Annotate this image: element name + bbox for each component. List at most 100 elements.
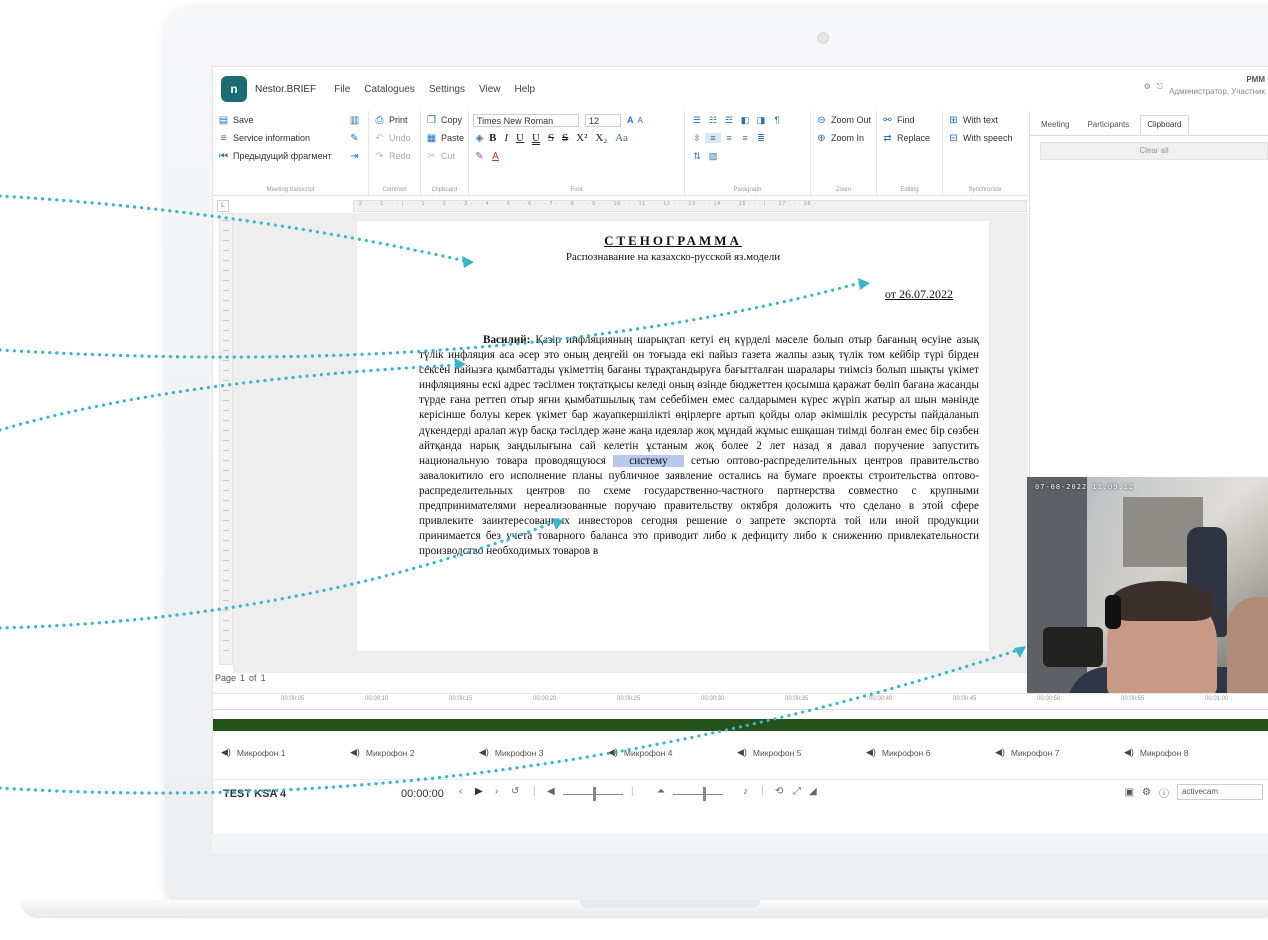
shrink-font-icon[interactable]: A	[638, 116, 643, 125]
menu-help[interactable]: Help	[515, 84, 536, 95]
pilcrow-icon[interactable]: ¶	[769, 115, 785, 125]
sync-with-speech-button[interactable]: ⊟ With speech	[947, 129, 1023, 147]
microphone-item[interactable]: ◀) Микрофон 2	[350, 747, 414, 758]
speed-knob[interactable]	[703, 787, 706, 801]
change-case-button[interactable]: Aa	[615, 132, 628, 144]
tab-clipboard[interactable]: Clipboard	[1140, 115, 1189, 135]
strikethrough-button[interactable]: S	[548, 132, 554, 144]
paste-button[interactable]: ▦ Paste	[425, 129, 464, 147]
align-right-icon[interactable]: ≡	[737, 133, 753, 143]
speed-slider[interactable]	[673, 794, 723, 795]
highlight-clear-icon[interactable]: ◈	[473, 133, 486, 144]
timeline-tick: 00:00:15	[449, 696, 473, 702]
jump-icon[interactable]: ⇥	[348, 151, 361, 162]
tab-meeting[interactable]: Meeting	[1034, 115, 1076, 135]
line-spacing-icon[interactable]: ⇳	[689, 133, 705, 144]
sync-with-text-button[interactable]: ⊞ With text	[947, 111, 1023, 129]
italic-button[interactable]: I	[504, 132, 508, 144]
mute-icon[interactable]: ◢	[809, 786, 817, 797]
underline-button[interactable]: U	[516, 132, 524, 144]
copy-button[interactable]: ❐ Copy	[425, 111, 464, 129]
speed-icon[interactable]: ⏶	[657, 786, 665, 797]
timeline-ruler[interactable]: 00:00:05 00:00:10 00:00:15 00:00:20 00:00:25…	[213, 693, 1268, 708]
audio-waveform[interactable]	[213, 719, 1268, 731]
volume-icon[interactable]: ◀	[547, 786, 555, 797]
zoom-out-button[interactable]: ⊖ Zoom Out	[815, 111, 872, 129]
bullets-icon[interactable]: ☰	[689, 115, 705, 126]
shading-icon[interactable]: ▨	[705, 151, 721, 162]
align-left-icon[interactable]: ≡	[705, 133, 721, 143]
numbering-icon[interactable]: ☷	[705, 115, 721, 126]
timeline-tick: 00:00:10	[365, 696, 389, 702]
print-button[interactable]: ⎙ Print	[373, 111, 416, 129]
microphone-item[interactable]: ◀) Микрофон 5	[737, 747, 801, 758]
superscript-button[interactable]: X²	[576, 132, 587, 144]
find-button[interactable]: ⚯ Find	[881, 111, 938, 129]
tab-participants[interactable]: Participants	[1080, 115, 1136, 135]
bold-button[interactable]: B	[489, 132, 496, 144]
microphone-item[interactable]: ◀) Микрофон 6	[866, 747, 930, 758]
redo-button[interactable]: ↷ Redo	[373, 147, 416, 165]
loop-icon[interactable]: ↺	[511, 786, 519, 797]
multilevel-icon[interactable]: ☲	[721, 115, 737, 126]
fit-icon[interactable]: ⤢	[793, 786, 801, 797]
menu-file[interactable]: File	[334, 84, 350, 95]
decrease-indent-icon[interactable]: ◧	[737, 115, 753, 126]
microphone-item[interactable]: ◀) Микрофон 8	[1124, 747, 1188, 758]
microphone-item[interactable]: ◀) Микрофон 7	[995, 747, 1059, 758]
speaker-icon: ◀)	[479, 747, 489, 757]
replace-button[interactable]: ⇄ Replace	[881, 129, 938, 147]
ruler-tick	[223, 440, 229, 441]
camera-field[interactable]: activecam	[1177, 784, 1263, 800]
vertical-ruler[interactable]	[219, 213, 233, 665]
zoom-in-button[interactable]: ⊕ Zoom In	[815, 129, 872, 147]
microphone-item[interactable]: ◀) Микрофон 1	[221, 747, 285, 758]
double-underline-button[interactable]: U	[532, 132, 540, 144]
align-center-icon[interactable]: ≡	[721, 133, 737, 143]
menu-view[interactable]: View	[479, 84, 501, 95]
menu-catalogues[interactable]: Catalogues	[364, 84, 415, 95]
logout-icon[interactable]: ⎋	[1157, 82, 1163, 92]
group-meeting-transcript: ▤ Save ▥ ≡ Service information ✎ ⏮ Предыдущий…	[213, 111, 369, 195]
save-button[interactable]: ▤ Save ▥	[217, 111, 364, 129]
book-icon[interactable]: ▥	[348, 115, 361, 126]
highlight-color-icon[interactable]: ✎	[473, 151, 486, 162]
prev-icon[interactable]: ‹	[459, 786, 462, 797]
pen-icon[interactable]: ✎	[348, 133, 361, 144]
horizontal-ruler[interactable]: · 2 · · · 1 · · · | · · · 1 · · · 2 · · …	[353, 200, 1027, 212]
screenshot-icon[interactable]: ▣	[1125, 787, 1134, 798]
document-page[interactable]: СТЕНОГРАММА Распознавание на казахско-ру…	[357, 221, 989, 651]
subscript-button[interactable]: X₂	[595, 132, 607, 144]
speaker-icon[interactable]: ♪	[743, 786, 748, 797]
highlighted-word[interactable]: систему	[613, 454, 684, 467]
ruler-tick	[223, 390, 229, 391]
ruler-tick	[223, 490, 229, 491]
repeat-icon[interactable]: ⟲	[775, 786, 783, 797]
increase-indent-icon[interactable]: ◨	[753, 115, 769, 126]
microphone-item[interactable]: ◀) Микрофон 4	[608, 747, 672, 758]
info-icon[interactable]: ⓘ	[1159, 785, 1169, 800]
font-color-icon[interactable]: A	[489, 151, 502, 162]
cut-button[interactable]: ✂ Cut	[425, 147, 464, 165]
double-strikethrough-button[interactable]: S	[562, 132, 568, 144]
video-preview[interactable]: 07-08-2022 11:09:12	[1027, 477, 1268, 693]
font-family-select[interactable]: Times New Roman	[473, 113, 579, 127]
volume-knob[interactable]	[593, 787, 596, 801]
next-icon[interactable]: ›	[495, 786, 498, 797]
clear-all-button[interactable]: Clear all	[1040, 142, 1268, 160]
settings-icon[interactable]: ⚙	[1144, 82, 1151, 91]
font-size-select[interactable]: 12	[585, 113, 621, 127]
service-info-button[interactable]: ≡ Service information ✎	[217, 129, 364, 147]
sort-icon[interactable]: ⇅	[689, 151, 705, 162]
justify-icon[interactable]: ≣	[753, 133, 769, 144]
tab-stop-icon[interactable]: L	[217, 200, 229, 212]
play-icon[interactable]: ▶	[475, 786, 483, 797]
transcript-body[interactable]: Василий: Қазір инфляцияның шарықтап кету…	[419, 333, 979, 559]
grow-font-icon[interactable]: A	[627, 115, 634, 125]
microphone-item[interactable]: ◀) Микрофон 3	[479, 747, 543, 758]
previous-fragment-button[interactable]: ⏮ Предыдущий фрагмент ⇥	[217, 147, 364, 165]
undo-button[interactable]: ↶ Undo	[373, 129, 416, 147]
menu-settings[interactable]: Settings	[429, 84, 465, 95]
paste-label: Paste	[440, 133, 464, 143]
gear-icon[interactable]: ⚙	[1142, 787, 1151, 798]
